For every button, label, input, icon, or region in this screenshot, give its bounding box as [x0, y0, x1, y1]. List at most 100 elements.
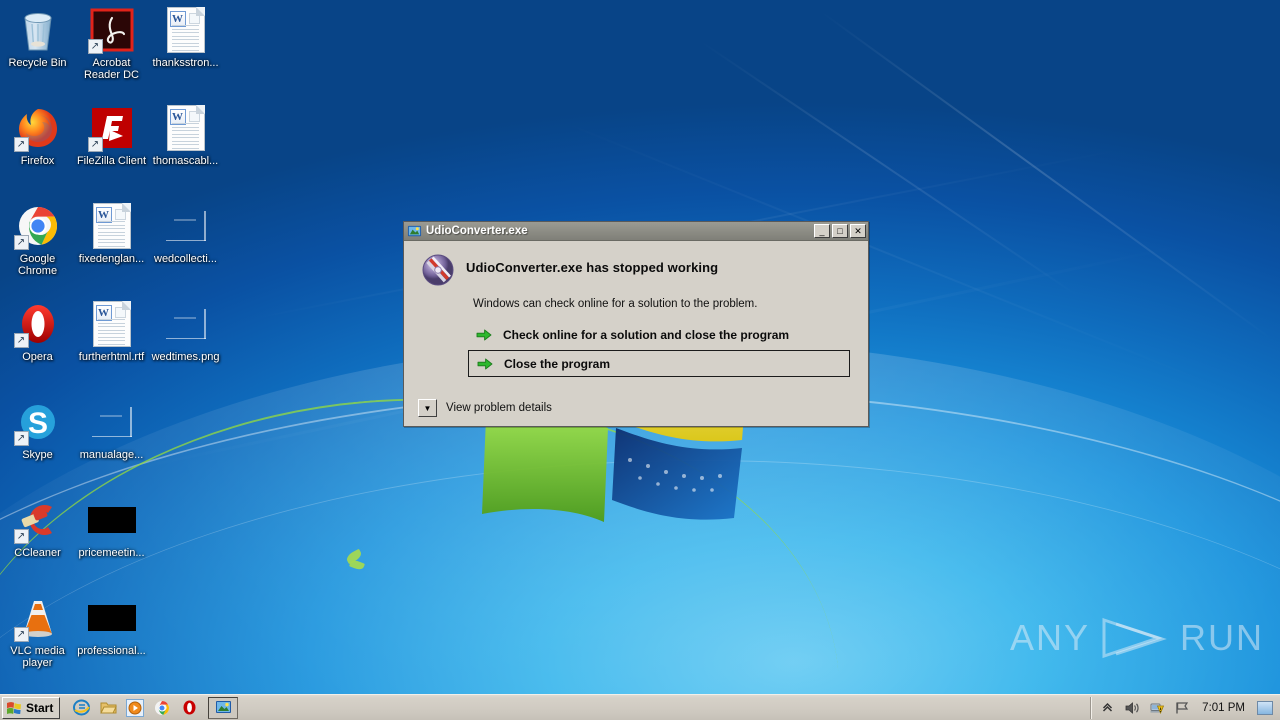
desktop[interactable]: ANY RUN Recycle Bin ↗ Acrobat Reader DC …	[0, 0, 1280, 720]
show-desktop-button[interactable]	[1257, 700, 1273, 715]
chevron-down-icon[interactable]: ▼	[418, 399, 437, 417]
wallpaper-leaf	[344, 552, 368, 572]
skype-icon: S ↗	[13, 398, 62, 446]
watermark-text-right: RUN	[1180, 617, 1265, 658]
word-document-icon: W	[88, 202, 136, 250]
svg-text:S: S	[27, 407, 47, 440]
view-problem-details-row[interactable]: ▼ View problem details	[418, 399, 552, 417]
chrome-icon[interactable]	[153, 699, 171, 717]
watermark-text-left: ANY	[1010, 617, 1091, 658]
desktop-icon-label: pricemeetin...	[78, 547, 145, 559]
program-error-icon	[215, 701, 231, 713]
show-hidden-icons-chevron-icon[interactable]	[1099, 700, 1115, 716]
shortcut-arrow-icon: ↗	[87, 137, 103, 152]
desktop-icon-acrobat-reader-dc[interactable]: ↗ Acrobat Reader DC	[74, 6, 149, 81]
shortcut-arrow-icon: ↗	[87, 39, 103, 54]
desktop-icon-furtherhtml-rtf[interactable]: W furtherhtml.rtf	[74, 300, 149, 363]
desktop-icon-label: professional...	[77, 645, 146, 657]
taskbar-clock[interactable]: 7:01 PM	[1199, 702, 1248, 714]
blank-image-file-icon	[88, 398, 136, 446]
shortcut-arrow-icon: ↗	[13, 333, 29, 348]
action-center-flag-icon[interactable]	[1174, 700, 1190, 716]
start-button[interactable]: Start	[2, 696, 61, 719]
media-player-icon[interactable]	[126, 698, 145, 717]
system-tray[interactable]: 7:01 PM	[1090, 696, 1280, 719]
desktop-icon-label: thomascabl...	[152, 155, 219, 167]
desktop-icon-skype[interactable]: S ↗ Skype	[0, 398, 75, 461]
desktop-icon-label: wedtimes.png	[151, 351, 220, 363]
network-warning-icon[interactable]	[1149, 700, 1165, 716]
minimize-button[interactable]: _	[814, 224, 830, 238]
dialog-title: UdioConverter.exe	[426, 225, 528, 237]
desktop-icon-label: Google Chrome	[17, 253, 58, 277]
shortcut-arrow-icon: ↗	[13, 529, 29, 544]
maximize-button[interactable]: □	[832, 224, 848, 238]
windows-logo-icon	[7, 701, 21, 714]
taskbar-task-udioconverter[interactable]	[208, 696, 239, 719]
check-online-action[interactable]: Check online for a solution and close th…	[468, 322, 850, 347]
dialog-heading: UdioConverter.exe has stopped working	[466, 260, 719, 275]
error-dialog[interactable]: UdioConverter.exe _ □ ✕ UdioConverter.ex…	[403, 221, 869, 427]
desktop-icon-label: CCleaner	[14, 547, 61, 559]
anyrun-watermark: ANY RUN	[1010, 614, 1264, 662]
black-thumbnail-icon	[87, 496, 136, 544]
desktop-icon-label: fixedenglan...	[78, 253, 145, 265]
desktop-icon-label: thanksstron...	[152, 57, 219, 69]
desktop-icon-professional[interactable]: professional...	[74, 594, 149, 657]
opera-icon: ↗	[13, 300, 62, 348]
dialog-header: UdioConverter.exe has stopped working	[416, 253, 854, 286]
word-document-icon: W	[162, 6, 210, 54]
desktop-icon-label: Acrobat Reader DC	[83, 57, 140, 81]
taskbar[interactable]: Start 7:01 PM	[0, 694, 1280, 720]
desktop-icon-label: wedcollecti...	[154, 253, 217, 265]
desktop-icon-vlc-media-player[interactable]: ↗ VLC media player	[0, 594, 75, 669]
desktop-icon-label: Firefox	[20, 155, 55, 167]
desktop-icon-label: manualage...	[79, 449, 144, 461]
vlc-cone-icon: ↗	[13, 594, 62, 642]
blank-image-file-icon	[162, 300, 210, 348]
desktop-icon-thanksstron[interactable]: W thanksstron...	[148, 6, 223, 69]
close-program-action[interactable]: Close the program	[468, 350, 850, 377]
green-arrow-icon	[477, 358, 493, 369]
ccleaner-icon: ↗	[13, 496, 62, 544]
desktop-icon-firefox[interactable]: ↗ Firefox	[0, 104, 75, 167]
firefox-icon: ↗	[13, 104, 62, 152]
volume-speaker-icon[interactable]	[1124, 700, 1140, 716]
shortcut-arrow-icon: ↗	[13, 137, 29, 152]
dialog-subtext: Windows can check online for a solution …	[473, 298, 758, 310]
windows-explorer-icon[interactable]	[99, 699, 117, 717]
play-triangle-logo-icon	[1102, 617, 1167, 659]
taskbar-task-list[interactable]	[208, 696, 239, 719]
chrome-icon: ↗	[13, 202, 62, 250]
desktop-icon-recycle-bin[interactable]: Recycle Bin	[0, 6, 75, 69]
dialog-body: UdioConverter.exe has stopped working Wi…	[404, 241, 868, 427]
blank-image-file-icon	[162, 202, 210, 250]
filezilla-icon: ↗	[87, 104, 136, 152]
desktop-icon-opera[interactable]: ↗ Opera	[0, 300, 75, 363]
black-thumbnail-icon	[87, 594, 136, 642]
quick-launch-bar[interactable]	[72, 697, 198, 719]
dialog-titlebar[interactable]: UdioConverter.exe _ □ ✕	[404, 222, 868, 241]
desktop-icon-thomascabl[interactable]: W thomascabl...	[148, 104, 223, 167]
desktop-icon-ccleaner[interactable]: ↗ CCleaner	[0, 496, 75, 559]
opera-icon[interactable]	[180, 699, 198, 717]
desktop-icon-label: furtherhtml.rtf	[78, 351, 145, 363]
desktop-icon-label: Recycle Bin	[8, 57, 67, 69]
desktop-icon-filezilla-client[interactable]: ↗ FileZilla Client	[74, 104, 149, 167]
desktop-icon-manualage[interactable]: manualage...	[74, 398, 149, 461]
wallpaper-arc-line	[0, 390, 1280, 720]
wallpaper-light-streak	[819, 10, 1274, 341]
desktop-icon-fixedenglan[interactable]: W fixedenglan...	[74, 202, 149, 265]
desktop-icon-google-chrome[interactable]: ↗ Google Chrome	[0, 202, 75, 277]
close-button[interactable]: ✕	[850, 224, 866, 238]
wallpaper-arc-line	[0, 460, 1280, 720]
desktop-icon-pricemeetin[interactable]: pricemeetin...	[74, 496, 149, 559]
view-problem-details-label: View problem details	[446, 402, 552, 414]
desktop-icon-wedtimes-png[interactable]: wedtimes.png	[148, 300, 223, 363]
program-error-icon	[407, 225, 422, 236]
word-document-icon: W	[88, 300, 136, 348]
check-online-action-label: Check online for a solution and close th…	[503, 327, 790, 342]
desktop-icon-label: VLC media player	[10, 645, 65, 669]
desktop-icon-wedcollecti[interactable]: wedcollecti...	[148, 202, 223, 265]
internet-explorer-icon[interactable]	[72, 699, 90, 717]
